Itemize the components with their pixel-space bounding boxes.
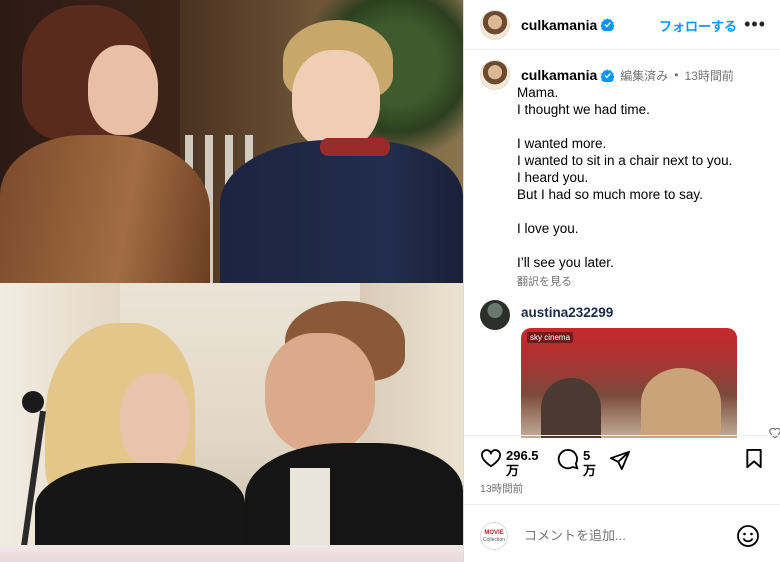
save-button[interactable] xyxy=(745,448,763,469)
caption-time: 13時間前 xyxy=(684,68,734,83)
caption: culkamania 編集済み • 13時間前 Mama. I thought … xyxy=(480,60,770,288)
photo-bottom-event xyxy=(0,283,463,562)
avatar-logo-text: MOVIE xyxy=(484,530,504,536)
emoji-icon[interactable] xyxy=(736,524,760,548)
heart-icon xyxy=(480,449,502,468)
follow-button[interactable]: フォローする xyxy=(659,16,737,35)
comment: austina232299 sky cinema xyxy=(480,300,780,439)
caption-line: Mama. xyxy=(517,85,559,100)
comment-gif[interactable]: sky cinema xyxy=(521,328,737,438)
action-bar: 296.5 万 5 万 xyxy=(480,446,770,486)
post-media[interactable] xyxy=(0,0,463,562)
caption-line: I heard you. xyxy=(517,170,589,185)
share-paper-plane-icon xyxy=(610,450,630,470)
caption-line: But I had so much more to say. xyxy=(517,187,703,202)
post-header: culkamania フォローする ••• xyxy=(464,0,780,50)
add-comment-bar: MOVIE Collection xyxy=(480,522,770,554)
comment-button[interactable]: 5 万 xyxy=(557,448,596,478)
like-count-unit: 万 xyxy=(506,463,520,478)
caption-line: I wanted to sit in a chair next to you. xyxy=(517,153,733,168)
bookmark-icon xyxy=(746,448,762,469)
verified-badge-icon xyxy=(601,18,615,31)
caption-username[interactable]: culkamania xyxy=(521,67,597,83)
author-username[interactable]: culkamania xyxy=(521,17,597,33)
caption-line: I thought we had time. xyxy=(517,102,650,117)
commenter-avatar[interactable] xyxy=(480,300,510,330)
like-count: 296.5 xyxy=(506,448,539,463)
caption-line: I wanted more. xyxy=(517,136,607,151)
meta-separator: • xyxy=(674,68,679,82)
caption-text: Mama. I thought we had time. I wanted mo… xyxy=(517,84,777,291)
translate-link[interactable]: 翻訳を見る xyxy=(517,274,777,291)
current-user-avatar[interactable]: MOVIE Collection xyxy=(480,522,508,550)
share-button[interactable] xyxy=(609,450,631,470)
actions-divider xyxy=(464,435,780,436)
gif-source-tag: sky cinema xyxy=(527,332,574,343)
verified-badge-icon xyxy=(601,68,615,82)
comment-divider xyxy=(464,504,780,505)
avatar-logo-subtext: Collection xyxy=(483,537,505,543)
comment-count-unit: 万 xyxy=(583,463,597,478)
caption-line: I’ll see you later. xyxy=(517,255,614,270)
more-options-button[interactable]: ••• xyxy=(744,14,766,35)
add-comment-input[interactable] xyxy=(524,528,724,543)
edited-label: 編集済み xyxy=(620,68,669,83)
photo-top-film-still xyxy=(0,0,463,283)
commenter-username[interactable]: austina232299 xyxy=(521,305,613,320)
post-timestamp[interactable]: 13時間前 xyxy=(480,481,523,496)
author-avatar[interactable] xyxy=(480,9,510,40)
comment-bubble-icon xyxy=(557,449,579,470)
caption-avatar[interactable] xyxy=(480,60,510,90)
caption-line: I love you. xyxy=(517,221,579,236)
comment-like-heart-icon[interactable] xyxy=(768,426,780,439)
comment-count: 5 xyxy=(583,448,591,463)
like-button[interactable]: 296.5 万 xyxy=(480,448,539,478)
